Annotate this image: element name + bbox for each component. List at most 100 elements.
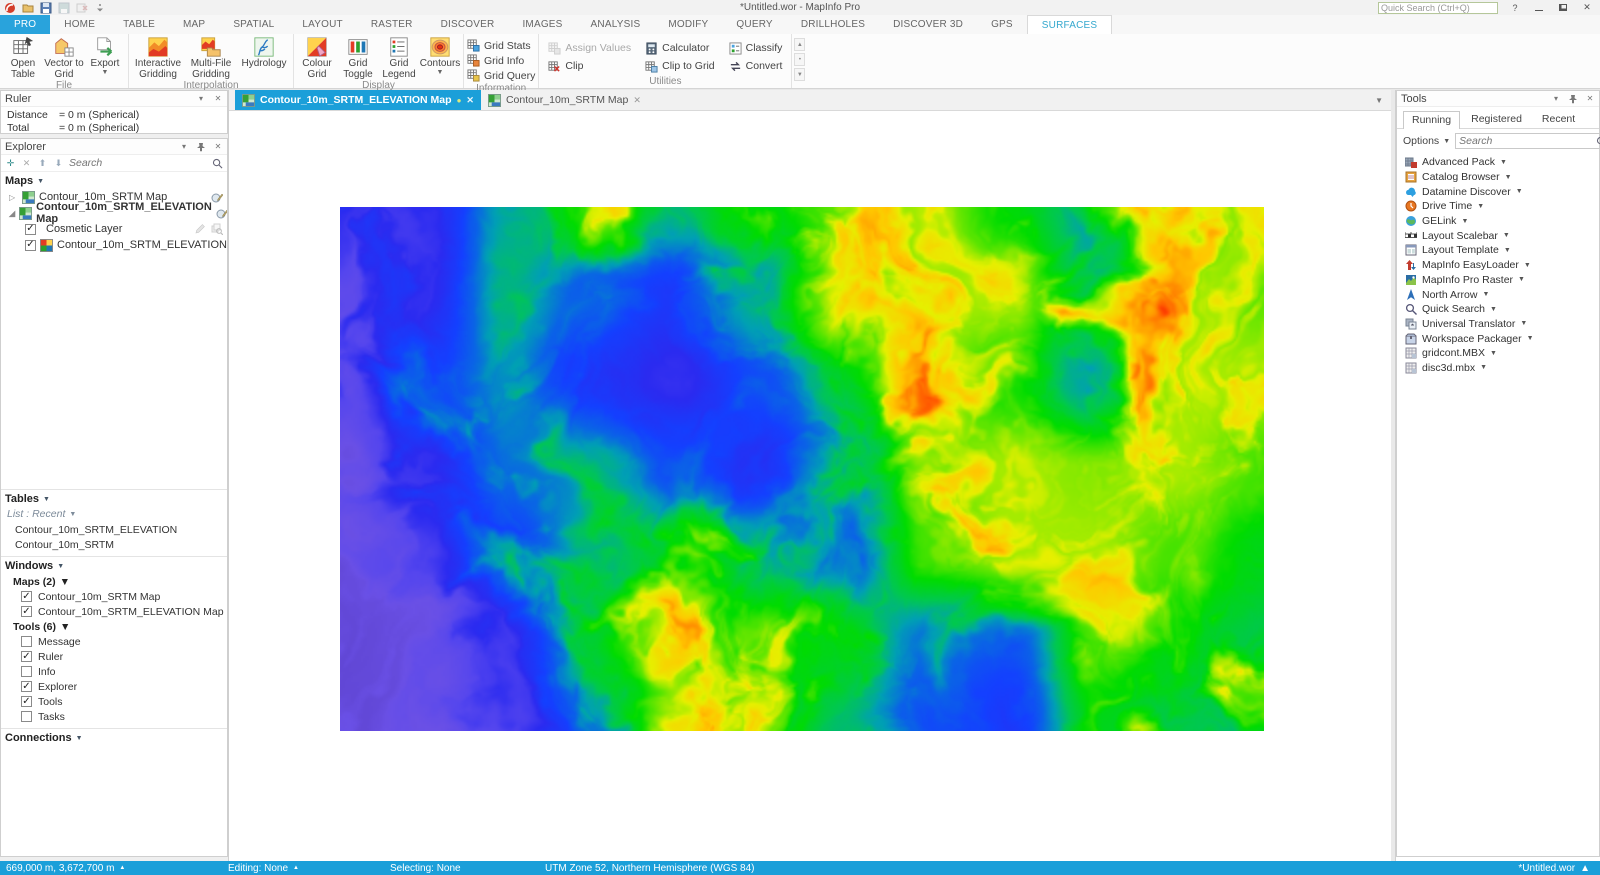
tool-list-item[interactable]: Layout Scalebar ▼ xyxy=(1401,228,1595,243)
ribbon-tab-surfaces[interactable]: SURFACES xyxy=(1026,15,1113,34)
tool-window-list-item[interactable]: Tasks xyxy=(1,709,227,724)
ribbon-tab-query[interactable]: QUERY xyxy=(722,15,786,34)
move-up-icon[interactable]: ⬆ xyxy=(37,158,48,169)
save-workspace-icon[interactable] xyxy=(40,2,52,14)
windows-tools-header[interactable]: Tools (6) ▼ xyxy=(1,619,227,634)
checkbox[interactable]: ✓ xyxy=(21,606,32,617)
pin-icon[interactable] xyxy=(196,142,206,152)
selecting-status[interactable]: Selecting: None xyxy=(384,863,539,874)
checkbox[interactable] xyxy=(21,636,32,647)
export-button[interactable]: Export ▼ xyxy=(85,35,125,77)
tables-list-filter[interactable]: List : Recent ▼ xyxy=(1,507,227,522)
ribbon-tab-modify[interactable]: MODIFY xyxy=(654,15,722,34)
window-list-item[interactable]: ✓ Contour_10m_SRTM Map xyxy=(1,589,227,604)
hydrology-button[interactable]: Hydrology xyxy=(238,35,290,77)
vector-to-grid-button[interactable]: Vector to Grid xyxy=(44,35,84,80)
multi-file-gridding-button[interactable]: Multi-File Gridding xyxy=(185,35,237,80)
window-list-dropdown-icon[interactable]: ▼ xyxy=(1375,90,1391,110)
open-table-button[interactable]: Open Table xyxy=(3,35,43,80)
panel-menu-icon[interactable]: ▾ xyxy=(179,142,189,152)
panel-menu-icon[interactable]: ▾ xyxy=(1551,94,1561,104)
close-icon[interactable]: ✕ xyxy=(213,94,223,104)
search-icon[interactable] xyxy=(1596,136,1600,147)
edit-pencil-icon[interactable] xyxy=(194,223,206,235)
search-icon[interactable] xyxy=(212,158,223,169)
chevron-down-icon[interactable]: ▼ xyxy=(1477,203,1484,210)
tool-list-item[interactable]: MapInfo EasyLoader ▼ xyxy=(1401,258,1595,273)
quick-search-input[interactable] xyxy=(1378,1,1498,14)
panel-menu-icon[interactable]: ▾ xyxy=(196,94,206,104)
interactive-gridding-button[interactable]: Interactive Gridding xyxy=(132,35,184,80)
tool-window-list-item[interactable]: Message xyxy=(1,634,227,649)
tool-list-item[interactable]: North Arrow ▼ xyxy=(1401,287,1595,302)
checkbox[interactable]: ✓ xyxy=(21,591,32,602)
explorer-maps-header[interactable]: Maps ▼ xyxy=(1,172,227,189)
restore-button[interactable] xyxy=(1556,3,1570,13)
chevron-down-icon[interactable]: ▼ xyxy=(1527,335,1534,342)
ribbon-tab-map[interactable]: MAP xyxy=(169,15,219,34)
window-list-item[interactable]: ✓ Contour_10m_SRTM_ELEVATION Map xyxy=(1,604,227,619)
table-list-item[interactable]: Contour_10m_SRTM xyxy=(1,537,227,552)
ribbon-tab-drillholes[interactable]: DRILLHOLES xyxy=(787,15,879,34)
close-tab-icon[interactable]: ✕ xyxy=(633,95,641,106)
add-item-icon[interactable]: ✛ xyxy=(5,158,16,169)
tool-list-item[interactable]: Workspace Packager ▼ xyxy=(1401,331,1595,346)
tool-window-list-item[interactable]: Info xyxy=(1,664,227,679)
elevation-raster-map[interactable] xyxy=(340,207,1264,731)
tool-list-item[interactable]: Drive Time ▼ xyxy=(1401,199,1595,214)
document-tab[interactable]: Contour_10m_SRTM_ELEVATION Map ● ✕ xyxy=(235,90,481,110)
layer-control-icon[interactable] xyxy=(211,191,223,203)
ribbon-tab-layout[interactable]: LAYOUT xyxy=(288,15,356,34)
grid-info-button[interactable]: Grid Info xyxy=(467,53,524,68)
tools-options-button[interactable]: Options ▼ xyxy=(1403,135,1450,147)
ribbon-tab-gps[interactable]: GPS xyxy=(977,15,1027,34)
ribbon-tab-discover[interactable]: DISCOVER xyxy=(427,15,509,34)
close-button[interactable]: ✕ xyxy=(1580,2,1594,13)
checkbox[interactable]: ✓ xyxy=(21,681,32,692)
ribbon-tab-analysis[interactable]: ANALYSIS xyxy=(577,15,655,34)
chevron-down-icon[interactable]: ▼ xyxy=(1520,320,1527,327)
tool-list-item[interactable]: Universal Translator ▼ xyxy=(1401,317,1595,332)
chevron-down-icon[interactable]: ▼ xyxy=(1516,188,1523,195)
tools-tab-recent[interactable]: Recent xyxy=(1533,110,1584,128)
ribbon-tab-home[interactable]: HOME xyxy=(50,15,109,34)
scroll-down-icon[interactable]: ▼ xyxy=(794,68,806,81)
windows-maps-header[interactable]: Maps (2) ▼ xyxy=(1,574,227,589)
checkbox[interactable]: ✓ xyxy=(21,696,32,707)
document-tab[interactable]: Contour_10m_SRTM Map ✕ xyxy=(481,90,648,110)
projection-status[interactable]: UTM Zone 52, Northern Hemisphere (WGS 84… xyxy=(539,863,761,874)
chevron-down-icon[interactable]: ▼ xyxy=(1490,306,1497,313)
checkbox[interactable] xyxy=(21,666,32,677)
close-icon[interactable]: ✕ xyxy=(213,142,223,152)
grid-stats-button[interactable]: Grid Stats xyxy=(467,38,531,53)
chevron-down-icon[interactable]: ▼ xyxy=(1518,276,1525,283)
explorer-windows-header[interactable]: Windows ▼ xyxy=(1,557,227,574)
chevron-down-icon[interactable]: ▼ xyxy=(1500,159,1507,166)
clip-button[interactable]: Clip xyxy=(548,59,631,74)
close-tab-icon[interactable]: ✕ xyxy=(466,95,474,106)
table-list-item[interactable]: Contour_10m_SRTM_ELEVATION xyxy=(1,522,227,537)
ribbon-tab-images[interactable]: IMAGES xyxy=(508,15,576,34)
map-tree-item[interactable]: ◢ Contour_10m_SRTM_ELEVATION Map xyxy=(1,201,227,225)
clip-to-grid-button[interactable]: Clip to Grid xyxy=(645,59,715,74)
tools-tab-registered[interactable]: Registered xyxy=(1462,110,1531,128)
cursor-position-status[interactable]: 669,000 m, 3,672,700 m ▲ xyxy=(0,863,222,874)
layer-tree-item[interactable]: ✓ Contour_10m_SRTM_ELEVATION xyxy=(1,237,227,253)
grid-query-button[interactable]: Grid Query xyxy=(467,68,535,83)
tool-list-item[interactable]: MapInfo Pro Raster ▼ xyxy=(1401,273,1595,288)
ribbon-tab-discover-3d[interactable]: DISCOVER 3D xyxy=(879,15,977,34)
expand-icon[interactable]: ▷ xyxy=(9,193,18,202)
workspace-status[interactable]: *Untitled.wor ▲ xyxy=(1518,863,1600,874)
ribbon-tab-spatial[interactable]: SPATIAL xyxy=(219,15,288,34)
tool-list-item[interactable]: GELink ▼ xyxy=(1401,214,1595,229)
tool-list-item[interactable]: Quick Search ▼ xyxy=(1401,302,1595,317)
chevron-down-icon[interactable]: ▼ xyxy=(1524,262,1531,269)
collapse-icon[interactable]: ◢ xyxy=(9,209,15,218)
editing-status[interactable]: Editing: None ▲ xyxy=(222,863,384,874)
tool-list-item[interactable]: disc3d.mbx ▼ xyxy=(1401,361,1595,376)
colour-grid-button[interactable]: Colour Grid xyxy=(297,35,337,80)
close-icon[interactable]: ✕ xyxy=(1585,94,1595,104)
ribbon-tab-raster[interactable]: RASTER xyxy=(357,15,427,34)
grid-toggle-button[interactable]: Grid Toggle xyxy=(338,35,378,80)
tool-list-item[interactable]: Layout Template ▼ xyxy=(1401,243,1595,258)
